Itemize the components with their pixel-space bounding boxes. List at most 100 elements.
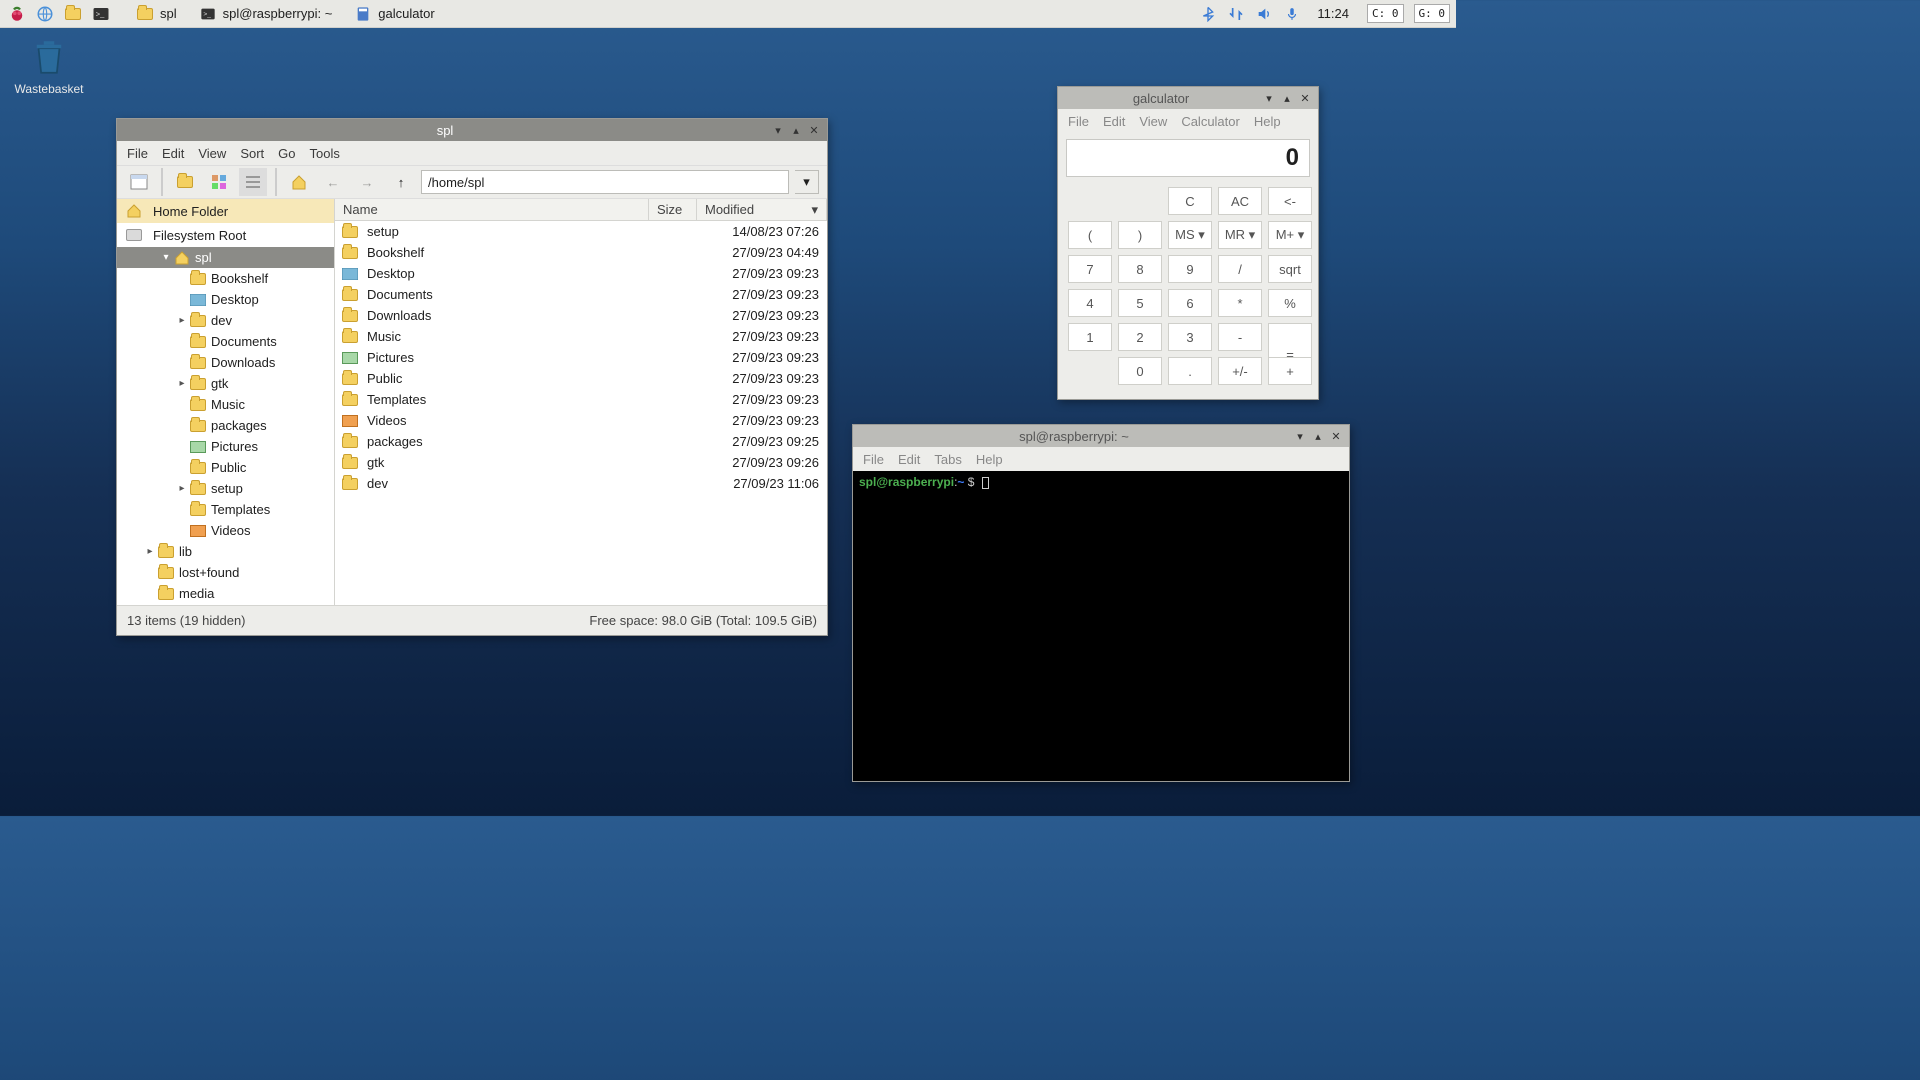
expander-icon[interactable]: ▸ bbox=[143, 546, 157, 557]
tree-item[interactable]: Documents bbox=[117, 331, 334, 352]
calc-key[interactable]: - bbox=[1218, 323, 1262, 351]
taskbar-task[interactable]: spl bbox=[128, 2, 185, 26]
path-dropdown[interactable]: ▾ bbox=[795, 170, 819, 194]
tree-item[interactable]: Videos bbox=[117, 520, 334, 541]
calculator-titlebar[interactable]: galculator ▾ ▴ ✕ bbox=[1058, 87, 1318, 109]
terminal-menu-edit[interactable]: Edit bbox=[898, 452, 920, 467]
minimize-button[interactable]: ▾ bbox=[1262, 91, 1276, 105]
volume-icon[interactable] bbox=[1253, 3, 1275, 25]
calc-key[interactable]: ) bbox=[1118, 221, 1162, 249]
path-entry[interactable]: /home/spl bbox=[421, 170, 789, 194]
tree-item[interactable]: ▸setup bbox=[117, 478, 334, 499]
column-name[interactable]: Name bbox=[335, 199, 649, 220]
maximize-button[interactable]: ▴ bbox=[1280, 91, 1294, 105]
calc-key[interactable]: 6 bbox=[1168, 289, 1212, 317]
calculator-menu-view[interactable]: View bbox=[1139, 114, 1167, 129]
minimize-button[interactable]: ▾ bbox=[771, 123, 785, 137]
tree-item[interactable]: Templates bbox=[117, 499, 334, 520]
tree-item[interactable]: packages bbox=[117, 415, 334, 436]
browser-icon[interactable] bbox=[34, 3, 56, 25]
tree-item[interactable]: Public bbox=[117, 457, 334, 478]
network-icon[interactable] bbox=[1225, 3, 1247, 25]
file-row[interactable]: Templates27/09/23 09:23 bbox=[335, 389, 827, 410]
file-manager-menu-tools[interactable]: Tools bbox=[310, 146, 340, 161]
calc-key[interactable]: C bbox=[1168, 187, 1212, 215]
calc-key[interactable]: +/- bbox=[1218, 357, 1262, 385]
close-button[interactable]: ✕ bbox=[1298, 91, 1312, 105]
file-row[interactable]: Music27/09/23 09:23 bbox=[335, 326, 827, 347]
close-button[interactable]: ✕ bbox=[807, 123, 821, 137]
calc-key[interactable]: 4 bbox=[1068, 289, 1112, 317]
calc-key[interactable]: / bbox=[1218, 255, 1262, 283]
taskbar-task[interactable]: >_spl@raspberrypi: ~ bbox=[191, 2, 341, 26]
maximize-button[interactable]: ▴ bbox=[789, 123, 803, 137]
calc-key[interactable]: M+ ▾ bbox=[1268, 221, 1312, 249]
calc-key[interactable]: MR ▾ bbox=[1218, 221, 1262, 249]
files-launcher-icon[interactable] bbox=[62, 3, 84, 25]
column-modified[interactable]: Modified▾ bbox=[697, 199, 827, 220]
file-row[interactable]: Bookshelf27/09/23 04:49 bbox=[335, 242, 827, 263]
menu-raspberry-icon[interactable] bbox=[6, 3, 28, 25]
file-row[interactable]: Documents27/09/23 09:23 bbox=[335, 284, 827, 305]
calc-key[interactable]: + bbox=[1268, 357, 1312, 385]
calc-key[interactable]: * bbox=[1218, 289, 1262, 317]
calc-key[interactable]: MS ▾ bbox=[1168, 221, 1212, 249]
tree-item[interactable]: Bookshelf bbox=[117, 268, 334, 289]
file-manager-titlebar[interactable]: spl ▾ ▴ ✕ bbox=[117, 119, 827, 141]
file-row[interactable]: setup14/08/23 07:26 bbox=[335, 221, 827, 242]
view-icons-button[interactable] bbox=[171, 168, 199, 196]
minimize-button[interactable]: ▾ bbox=[1293, 429, 1307, 443]
calc-key[interactable]: % bbox=[1268, 289, 1312, 317]
terminal-body[interactable]: spl@raspberrypi:~ $ bbox=[853, 471, 1349, 781]
tree-item[interactable]: Downloads bbox=[117, 352, 334, 373]
tree-item[interactable]: Music bbox=[117, 394, 334, 415]
expander-icon[interactable]: ▸ bbox=[175, 378, 189, 389]
calc-key[interactable]: 1 bbox=[1068, 323, 1112, 351]
bluetooth-icon[interactable] bbox=[1197, 3, 1219, 25]
tree-item[interactable]: Pictures bbox=[117, 436, 334, 457]
calculator-menu-edit[interactable]: Edit bbox=[1103, 114, 1125, 129]
calc-key[interactable]: 8 bbox=[1118, 255, 1162, 283]
file-row[interactable]: Desktop27/09/23 09:23 bbox=[335, 263, 827, 284]
terminal-menu-help[interactable]: Help bbox=[976, 452, 1003, 467]
file-manager-menu-edit[interactable]: Edit bbox=[162, 146, 184, 161]
calc-key[interactable]: 3 bbox=[1168, 323, 1212, 351]
calc-key[interactable]: ( bbox=[1068, 221, 1112, 249]
new-tab-button[interactable] bbox=[125, 168, 153, 196]
file-row[interactable]: Public27/09/23 09:23 bbox=[335, 368, 827, 389]
go-up-button[interactable]: ↑ bbox=[387, 168, 415, 196]
view-compact-button[interactable] bbox=[205, 168, 233, 196]
tree-item[interactable]: Desktop bbox=[117, 289, 334, 310]
calc-key[interactable]: AC bbox=[1218, 187, 1262, 215]
go-home-button[interactable] bbox=[285, 168, 313, 196]
file-row[interactable]: gtk27/09/23 09:26 bbox=[335, 452, 827, 473]
gpu-stat[interactable]: G: 0 bbox=[1414, 4, 1451, 23]
tree-item[interactable]: ▸dev bbox=[117, 310, 334, 331]
terminal-menu-file[interactable]: File bbox=[863, 452, 884, 467]
terminal-titlebar[interactable]: spl@raspberrypi: ~ ▾ ▴ ✕ bbox=[853, 425, 1349, 447]
go-back-button[interactable]: ← bbox=[319, 168, 347, 196]
tree-item[interactable]: media bbox=[117, 583, 334, 604]
wastebasket[interactable]: Wastebasket bbox=[14, 36, 84, 96]
tree-item[interactable]: ▾spl bbox=[117, 247, 334, 268]
terminal-launcher-icon[interactable]: >_ bbox=[90, 3, 112, 25]
expander-icon[interactable]: ▾ bbox=[159, 252, 173, 263]
calc-key[interactable]: sqrt bbox=[1268, 255, 1312, 283]
go-forward-button[interactable]: → bbox=[353, 168, 381, 196]
sidebar-filesystem-root[interactable]: Filesystem Root bbox=[117, 223, 334, 247]
tree-item[interactable]: ▸lib bbox=[117, 541, 334, 562]
file-manager-menu-sort[interactable]: Sort bbox=[240, 146, 264, 161]
file-row[interactable]: dev27/09/23 11:06 bbox=[335, 473, 827, 494]
file-row[interactable]: packages27/09/23 09:25 bbox=[335, 431, 827, 452]
sidebar-home-folder[interactable]: Home Folder bbox=[117, 199, 334, 223]
file-row[interactable]: Downloads27/09/23 09:23 bbox=[335, 305, 827, 326]
view-list-button[interactable] bbox=[239, 168, 267, 196]
file-manager-menu-view[interactable]: View bbox=[198, 146, 226, 161]
file-manager-menu-file[interactable]: File bbox=[127, 146, 148, 161]
expander-icon[interactable]: ▸ bbox=[175, 315, 189, 326]
close-button[interactable]: ✕ bbox=[1329, 429, 1343, 443]
calculator-menu-calculator[interactable]: Calculator bbox=[1181, 114, 1240, 129]
microphone-icon[interactable] bbox=[1281, 3, 1303, 25]
maximize-button[interactable]: ▴ bbox=[1311, 429, 1325, 443]
calc-key[interactable]: 0 bbox=[1118, 357, 1162, 385]
